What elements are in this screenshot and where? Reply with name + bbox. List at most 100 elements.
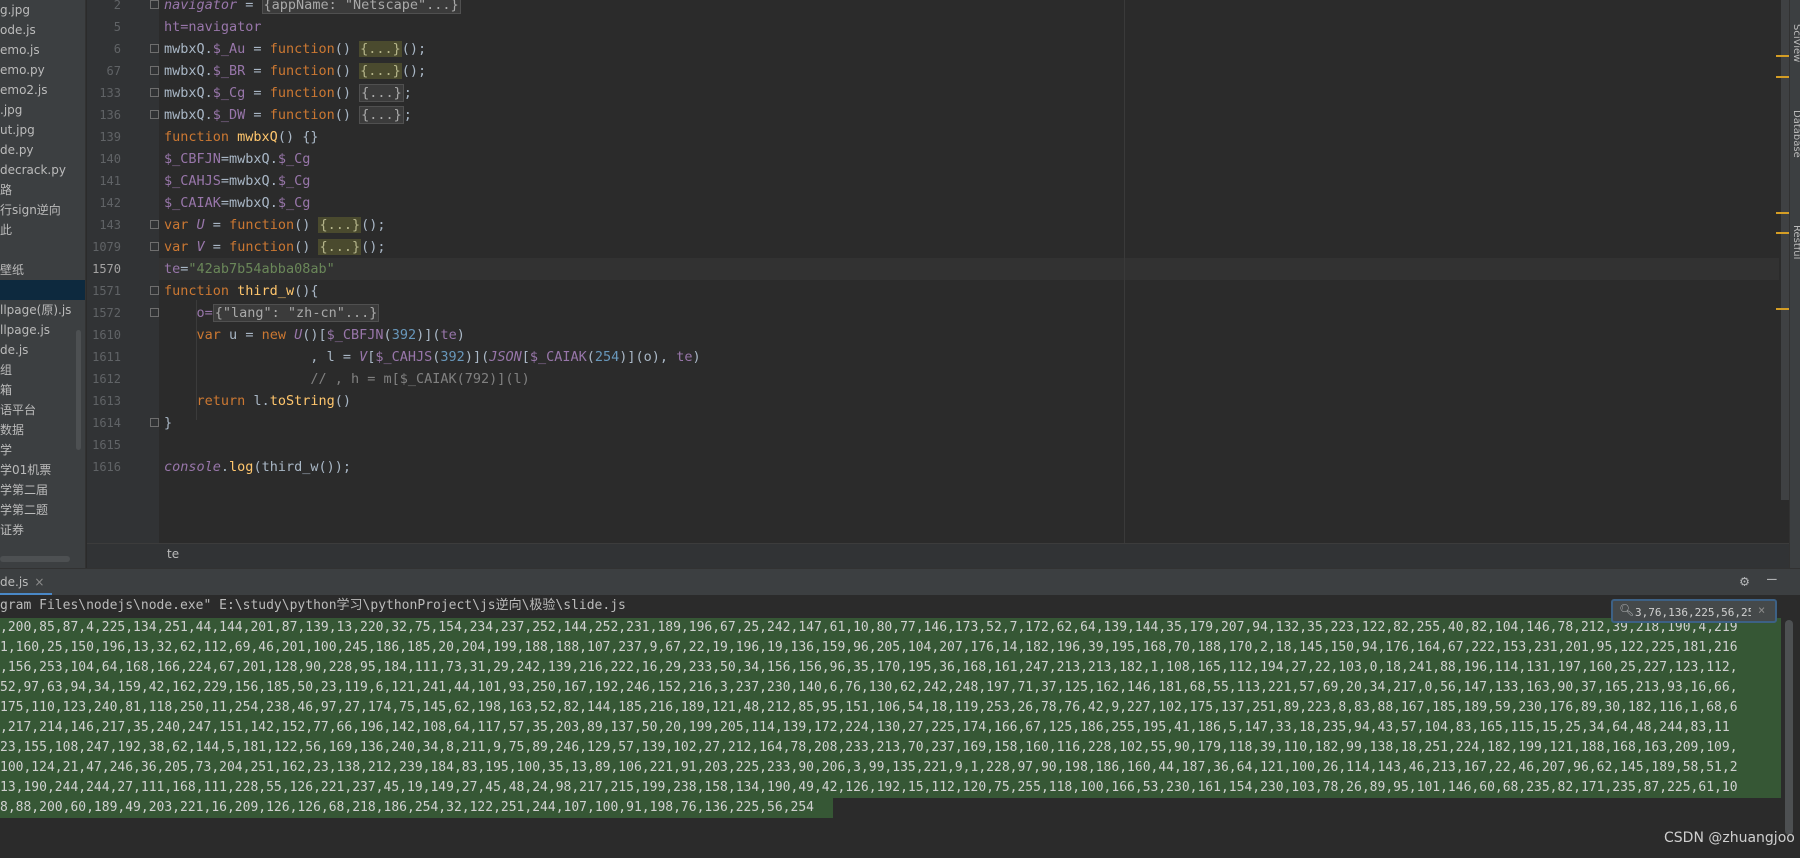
project-tree-item[interactable] — [0, 240, 85, 260]
line-number[interactable]: 1615 — [92, 434, 121, 456]
breadcrumb-item[interactable]: te — [167, 547, 179, 561]
fold-toggle-icon[interactable] — [150, 44, 159, 53]
fold-toggle-icon[interactable] — [150, 308, 159, 317]
restful-tool-tab[interactable]: Restful — [1791, 225, 1800, 259]
code-line-1611[interactable]: , l = V[$_CAHJS(392)](JSON[$_CAIAK(254)]… — [164, 346, 700, 368]
code-line-1610[interactable]: var u = new U()[$_CBFJN(392)](te) — [164, 324, 465, 346]
line-number[interactable]: 1614 — [92, 412, 121, 434]
sidebar-vertical-scrollbar[interactable] — [76, 330, 81, 450]
console-scrollbar-thumb[interactable] — [1785, 620, 1793, 835]
project-tree-item[interactable]: 学 — [0, 440, 85, 460]
fold-toggle-icon[interactable] — [150, 0, 159, 9]
project-tree-item[interactable]: de.js — [0, 340, 85, 360]
line-number[interactable]: 2 — [114, 0, 121, 16]
error-stripe-marker[interactable] — [1776, 76, 1789, 78]
close-icon[interactable]: × — [34, 575, 44, 589]
sciview-tool-tab[interactable]: SciView — [1791, 24, 1800, 62]
line-number[interactable]: 1616 — [92, 456, 121, 478]
project-tree-item[interactable]: g.jpg — [0, 0, 85, 20]
code-line-1612[interactable]: // , h = m[$_CAIAK(792)](l) — [164, 368, 529, 390]
fold-toggle-icon[interactable] — [150, 220, 159, 229]
project-tree-item[interactable]: 行sign逆向 — [0, 200, 85, 220]
folded-region[interactable]: {...} — [359, 41, 402, 57]
folded-region[interactable]: {...} — [359, 106, 404, 124]
code-line-1613[interactable]: return l.toString() — [164, 390, 352, 412]
project-tree-item[interactable] — [0, 280, 85, 300]
code-line-1571[interactable]: function third_w(){ — [164, 280, 318, 302]
folded-region[interactable]: {...} — [359, 63, 402, 79]
project-tree-item[interactable]: llpage.js — [0, 320, 85, 340]
code-line-2[interactable]: navigator = {appName: "Netscape"...} — [164, 0, 461, 16]
fold-toggle-icon[interactable] — [150, 242, 159, 251]
line-number[interactable]: 1611 — [92, 346, 121, 368]
project-tree-item[interactable]: 学第二题 — [0, 500, 85, 520]
fold-toggle-icon[interactable] — [150, 286, 159, 295]
line-number[interactable]: 1572 — [92, 302, 121, 324]
sidebar-horizontal-scrollbar[interactable] — [0, 556, 70, 562]
code-line-142[interactable]: $_CAIAK=mwbxQ.$_Cg — [164, 192, 310, 214]
line-number[interactable]: 136 — [99, 104, 121, 126]
code-line-1614[interactable]: } — [164, 412, 172, 434]
line-number[interactable]: 67 — [107, 60, 121, 82]
fold-toggle-icon[interactable] — [150, 110, 159, 119]
search-input[interactable] — [1635, 603, 1751, 621]
line-number[interactable]: 5 — [114, 16, 121, 38]
folded-region[interactable]: {...} — [359, 84, 404, 102]
project-tree-item[interactable]: 学01机票 — [0, 460, 85, 480]
folded-region[interactable]: {appName: "Netscape"...} — [261, 0, 461, 14]
folded-region[interactable]: {"lang": "zh-cn"...} — [212, 304, 380, 322]
line-number[interactable]: 1079 — [92, 236, 121, 258]
fold-toggle-icon[interactable] — [150, 66, 159, 75]
error-stripe-marker[interactable] — [1776, 308, 1789, 310]
project-tree-item[interactable]: .jpg — [0, 100, 85, 120]
code-line-143[interactable]: var U = function() {...}(); — [164, 214, 386, 236]
code-line-1616[interactable]: console.log(third_w()); — [164, 456, 351, 478]
line-number[interactable]: 143 — [99, 214, 121, 236]
line-number[interactable]: 139 — [99, 126, 121, 148]
line-number[interactable]: 1613 — [92, 390, 121, 412]
line-number[interactable]: 140 — [99, 148, 121, 170]
console-search-box[interactable]: 🔍︎ × — [1611, 599, 1777, 623]
project-tree-item[interactable]: 数据 — [0, 420, 85, 440]
line-number[interactable]: 1610 — [92, 324, 121, 346]
line-number[interactable]: 133 — [99, 82, 121, 104]
code-line-1572[interactable]: o= {"lang": "zh-cn"...} — [164, 302, 380, 324]
code-line-136[interactable]: mwbxQ.$_DW = function() {...}; — [164, 104, 412, 126]
minimize-icon[interactable]: — — [1767, 569, 1777, 588]
line-number[interactable]: 1612 — [92, 368, 121, 390]
project-tree-item[interactable]: decrack.py — [0, 160, 85, 180]
project-tree-item[interactable]: 组 — [0, 360, 85, 380]
line-number[interactable]: 6 — [114, 38, 121, 60]
code-line-6[interactable]: mwbxQ.$_Au = function() {...}(); — [164, 38, 426, 60]
error-stripe-marker[interactable] — [1776, 55, 1789, 57]
code-line-139[interactable]: function mwbxQ() {} — [164, 126, 318, 148]
database-tool-tab[interactable]: Database — [1791, 110, 1800, 158]
line-number[interactable]: 142 — [99, 192, 121, 214]
clear-search-icon[interactable]: × — [1758, 603, 1765, 617]
gear-icon[interactable]: ⚙ — [1740, 572, 1749, 590]
code-line-1079[interactable]: var V = function() {...}(); — [164, 236, 386, 258]
code-line-67[interactable]: mwbxQ.$_BR = function() {...}(); — [164, 60, 426, 82]
run-tab[interactable]: de.js × — [0, 569, 53, 596]
project-tree-item[interactable]: 此 — [0, 220, 85, 240]
code-line-140[interactable]: $_CBFJN=mwbxQ.$_Cg — [164, 148, 310, 170]
project-tree-item[interactable]: emo2.js — [0, 80, 85, 100]
fold-toggle-icon[interactable] — [150, 88, 159, 97]
project-tree-item[interactable]: llpage(原).js — [0, 300, 85, 320]
project-tree-item[interactable]: 学第二届 — [0, 480, 85, 500]
folded-region[interactable]: {...} — [318, 239, 362, 255]
error-stripe-marker[interactable] — [1776, 232, 1789, 234]
project-tree-item[interactable]: de.py — [0, 140, 85, 160]
folded-region[interactable]: {...} — [318, 217, 362, 233]
line-number[interactable]: 1571 — [92, 280, 121, 302]
project-tree-item[interactable]: 语平台 — [0, 400, 85, 420]
line-number[interactable]: 1570 — [92, 258, 121, 280]
project-tree-item[interactable]: ode.js — [0, 20, 85, 40]
project-tree-item[interactable]: emo.py — [0, 60, 85, 80]
run-console[interactable]: gram Files\nodejs\node.exe" E:\study\pyt… — [0, 595, 1781, 858]
editor-scrollbar-thumb[interactable] — [1781, 0, 1789, 500]
fold-toggle-icon[interactable] — [150, 418, 159, 427]
code-line-141[interactable]: $_CAHJS=mwbxQ.$_Cg — [164, 170, 310, 192]
project-tree-item[interactable]: 路 — [0, 180, 85, 200]
project-tree-item[interactable]: 箱 — [0, 380, 85, 400]
